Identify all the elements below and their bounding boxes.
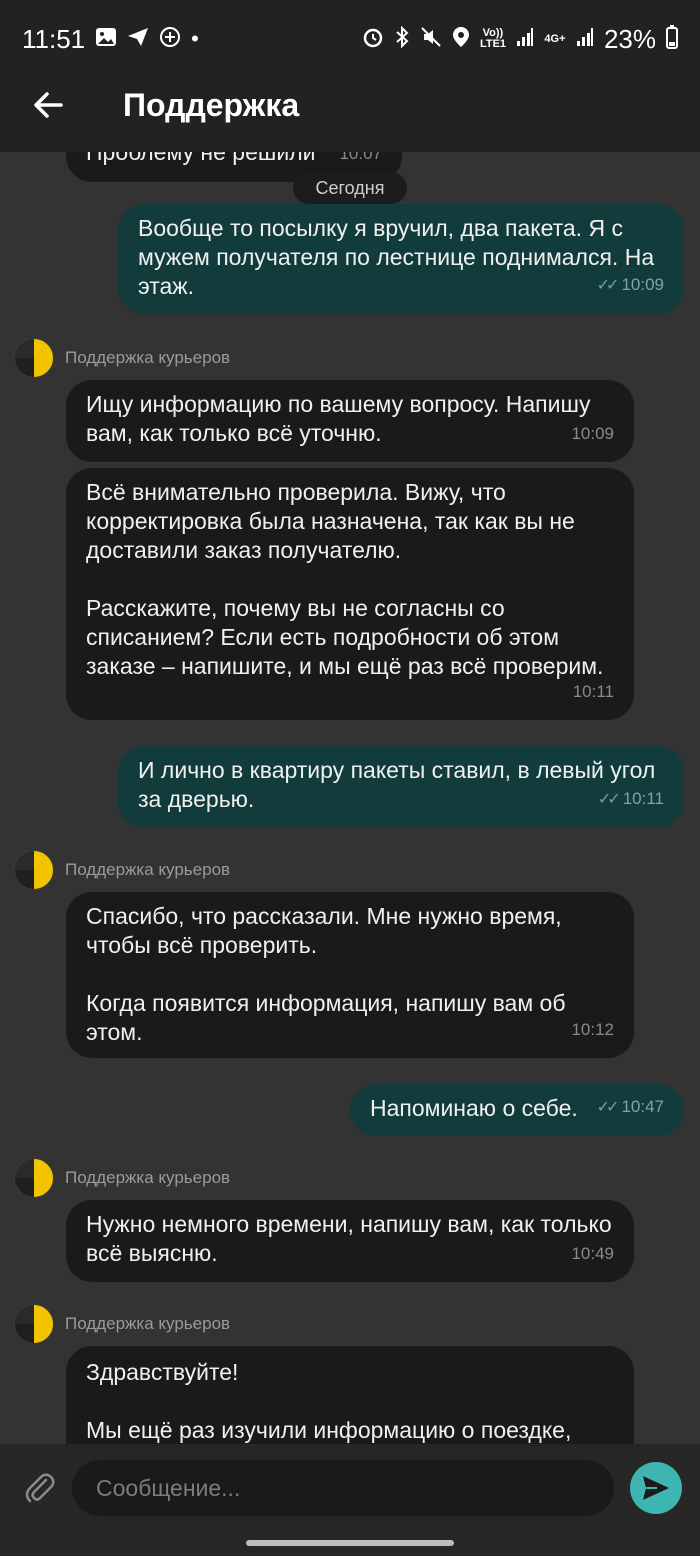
message-bubble-incoming[interactable]: Всё внимательно проверила. Вижу, что кор… [66,468,634,720]
message-composer [0,1444,700,1556]
message-input[interactable] [72,1460,614,1516]
message-time: ✓✓ 10:47 [596,1097,664,1116]
message-bubble-incoming[interactable]: Спасибо, что рассказали. Мне нужно время… [66,892,634,1058]
message-bubble-outgoing[interactable]: Вообще то посылку я вручил, два пакета. … [118,204,684,314]
message-text: И лично в квартиру пакеты ставил, в левы… [138,757,662,812]
notification-dot-icon: • [191,26,199,51]
message-text: Вообще то посылку я вручил, два пакета. … [138,215,661,299]
message-time: 10:07 [339,152,382,163]
read-ticks-icon: ✓✓ [596,277,620,294]
date-separator: Сегодня [293,172,407,204]
send-icon [643,1476,669,1500]
location-icon [452,26,470,52]
message-time: 10:12 [571,1020,614,1039]
message-bubble-outgoing[interactable]: Напоминаю о себе. ✓✓ 10:47 [350,1084,684,1136]
message-time: 10:11 [572,682,614,701]
gallery-icon [95,27,117,51]
message-text: Здравствуйте! Мы ещё раз изучили информа… [86,1359,572,1443]
network-type-label: 4G+ [544,32,566,45]
battery-icon [666,25,678,53]
sender-header: Поддержка курьеров [14,1158,230,1198]
attach-button[interactable] [20,1468,60,1508]
message-bubble-outgoing[interactable]: И лично в квартиру пакеты ставил, в левы… [118,746,684,828]
sender-header: Поддержка курьеров [14,1304,230,1344]
back-button[interactable] [18,75,78,135]
message-time: 10:09 [571,424,614,443]
status-time: 11:51 [22,23,86,54]
signal-icon-1 [516,27,534,51]
signal-icon-2 [576,27,594,51]
message-text: Всё внимательно проверила. Вижу, что кор… [86,479,604,679]
alarm-icon [362,26,384,52]
sender-name: Поддержка курьеров [65,860,231,879]
bluetooth-icon [394,25,410,52]
avatar[interactable] [14,1158,54,1198]
sender-name: Поддержка курьеров [65,1314,231,1333]
send-status-icon [127,27,149,51]
message-bubble-incoming[interactable]: Нужно немного времени, напишу вам, как т… [66,1200,634,1282]
message-bubble-incoming[interactable]: Ищу информацию по вашему вопросу. Напишу… [66,380,634,462]
message-time: ✓✓ 10:09 [596,275,664,294]
avatar[interactable] [14,850,54,890]
mute-icon [420,26,442,52]
chat-list[interactable]: Проблему не решили 10:07 Сегодня Вообще … [0,152,700,1444]
message-time: 10:49 [571,1244,614,1263]
sender-header: Поддержка курьеров [14,850,230,890]
message-text: Проблему не решили [86,152,316,165]
message-text: Спасибо, что рассказали. Мне нужно время… [86,903,566,1045]
paperclip-icon [25,1473,55,1503]
message-time: ✓✓ 10:11 [597,789,664,808]
message-text: Нужно немного времени, напишу вам, как т… [86,1211,618,1266]
battery-percent: 23% [603,23,656,54]
read-ticks-icon: ✓✓ [597,791,621,808]
app-bar: Поддержка [0,58,700,152]
avatar[interactable] [14,338,54,378]
send-button[interactable] [630,1462,682,1514]
message-text: Ищу информацию по вашему вопросу. Напишу… [86,391,597,446]
avatar[interactable] [14,1304,54,1344]
sender-name: Поддержка курьеров [65,1168,231,1187]
sender-name: Поддержка курьеров [65,348,231,367]
sender-header: Поддержка курьеров [14,338,230,378]
message-bubble-incoming[interactable]: Здравствуйте! Мы ещё раз изучили информа… [66,1346,634,1444]
location-plus-icon [159,26,181,52]
arrow-left-icon [34,92,63,118]
read-ticks-icon: ✓✓ [596,1099,620,1116]
page-title: Поддержка [123,86,300,123]
home-indicator[interactable] [246,1540,454,1546]
volte-label: Vo)) LTE1 [479,27,507,50]
